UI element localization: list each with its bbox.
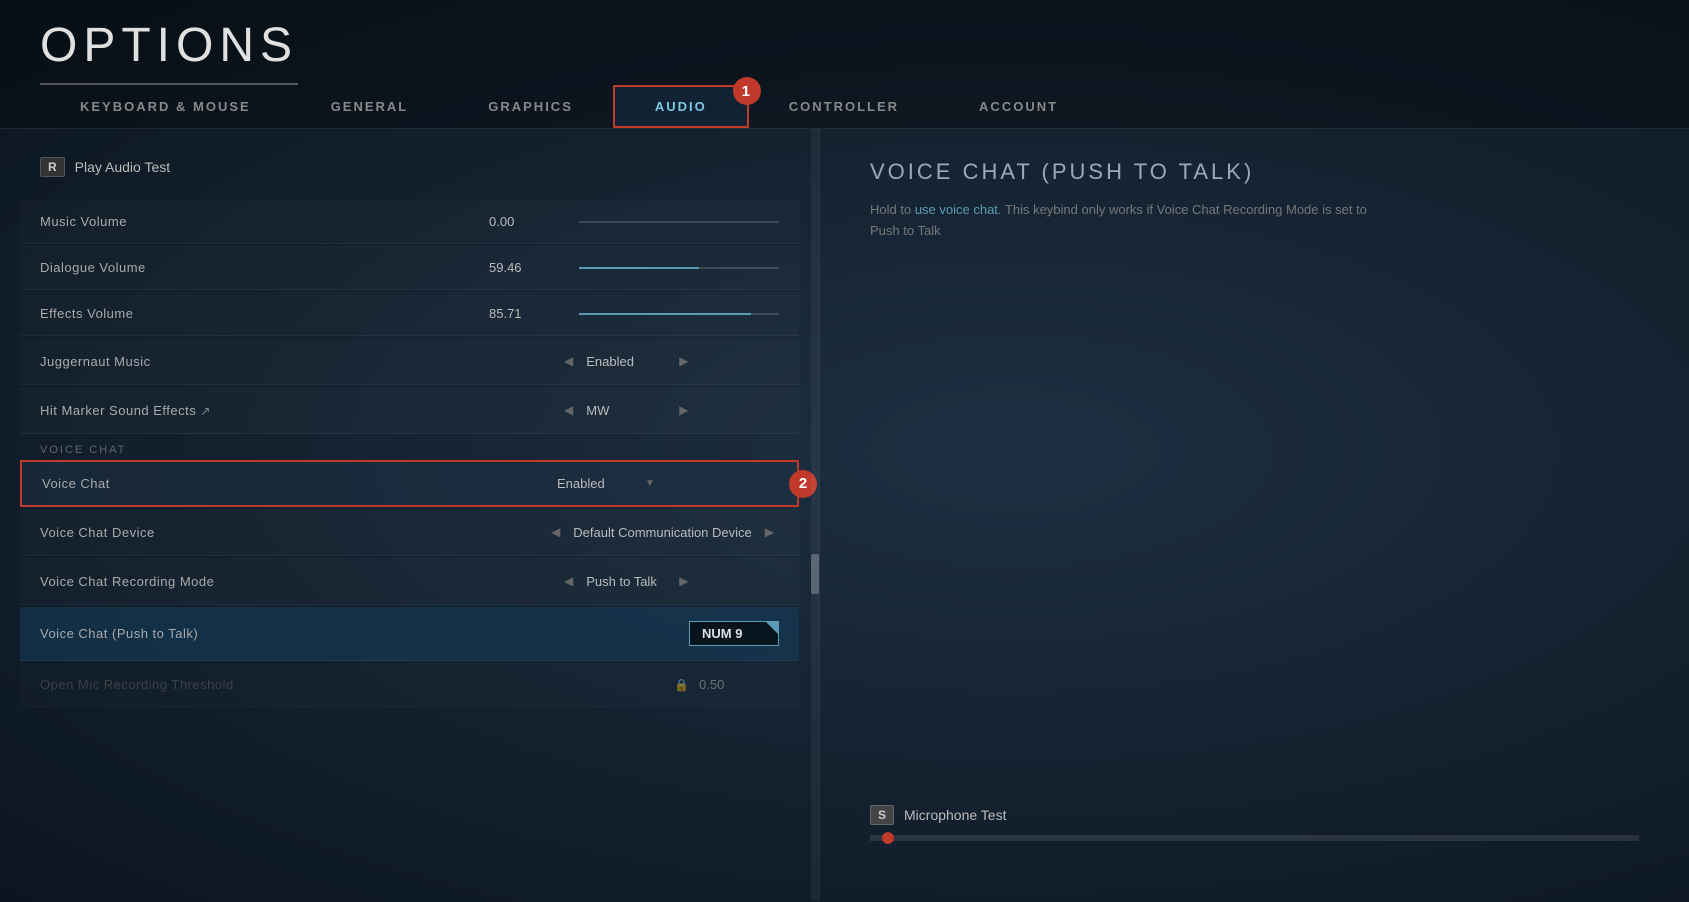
juggernaut-music-text: Enabled — [586, 354, 666, 369]
voice-chat-device-value: ◀ Default Communication Device ▶ — [546, 523, 779, 541]
voice-chat-recording-value: ◀ Push to Talk ▶ — [559, 572, 779, 590]
tab-keyboard-mouse[interactable]: KEYBOARD & MOUSE — [40, 85, 291, 128]
dialogue-volume-slider[interactable] — [579, 267, 779, 269]
voice-chat-device-label: Voice Chat Device — [40, 525, 546, 540]
hit-marker-label: Hit Marker Sound Effects ↗ — [40, 403, 559, 418]
voice-chat-dropdown-arrow[interactable]: ▼ — [645, 478, 655, 489]
page-title: OPTIONS — [40, 18, 298, 85]
recording-prev-btn[interactable]: ◀ — [559, 572, 578, 590]
tab-graphics[interactable]: GRAPHICS — [448, 85, 613, 128]
effects-volume-row: Effects Volume 85.71 — [20, 292, 799, 336]
music-volume-text: 0.00 — [489, 214, 569, 229]
scrollbar-thumb[interactable] — [811, 554, 819, 594]
effects-volume-value: 85.71 — [489, 306, 779, 321]
open-mic-label: Open Mic Recording Threshold — [40, 677, 674, 692]
mic-test-header: S Microphone Test — [870, 805, 1639, 825]
play-audio-test-row[interactable]: R Play Audio Test — [0, 149, 819, 185]
open-mic-text: 0.50 — [699, 677, 779, 692]
lock-icon: 🔒 — [674, 678, 689, 692]
dialogue-volume-text: 59.46 — [489, 260, 569, 275]
open-mic-value: 🔒 0.50 — [674, 677, 779, 692]
device-prev-btn[interactable]: ◀ — [546, 523, 565, 541]
dialogue-volume-label: Dialogue Volume — [40, 260, 489, 275]
scrollbar[interactable] — [811, 129, 819, 901]
juggernaut-music-row: Juggernaut Music ◀ Enabled ▶ — [20, 338, 799, 385]
voice-chat-settings-list: Voice Chat Enabled ▼ 2 Voice Chat Device… — [0, 460, 819, 707]
push-to-talk-label: Voice Chat (Push to Talk) — [40, 626, 689, 641]
header: OPTIONS KEYBOARD & MOUSE GENERAL GRAPHIC… — [0, 0, 1689, 129]
voice-chat-device-text: Default Communication Device — [573, 525, 751, 540]
tab-account[interactable]: ACCOUNT — [939, 85, 1098, 128]
push-to-talk-row: Voice Chat (Push to Talk) NUM 9 — [20, 607, 799, 661]
tab-controller[interactable]: CONTROLLER — [749, 85, 939, 128]
help-link[interactable]: use voice chat — [915, 202, 998, 217]
right-panel: VOICE CHAT (PUSH TO TALK) Hold to use vo… — [820, 129, 1689, 901]
hit-marker-text: MW — [586, 403, 666, 418]
tab-audio[interactable]: AUDIO 1 — [613, 85, 749, 128]
mic-level-dot — [882, 832, 894, 844]
open-mic-row: Open Mic Recording Threshold 🔒 0.50 — [20, 663, 799, 707]
main-content: R Play Audio Test Music Volume 0.00 — [0, 129, 1689, 901]
play-audio-key-badge: R — [40, 157, 65, 177]
tab-general[interactable]: GENERAL — [291, 85, 449, 128]
mic-test-section: S Microphone Test — [870, 805, 1639, 841]
keybind-corner-decoration — [766, 622, 778, 634]
voice-chat-row: Voice Chat Enabled ▼ 2 — [20, 460, 799, 507]
music-volume-label: Music Volume — [40, 214, 489, 229]
dialogue-volume-row: Dialogue Volume 59.46 — [20, 246, 799, 290]
left-panel: R Play Audio Test Music Volume 0.00 — [0, 129, 820, 901]
juggernaut-next-btn[interactable]: ▶ — [674, 352, 693, 370]
voice-chat-text: Enabled — [557, 476, 637, 491]
voice-chat-recording-text: Push to Talk — [586, 574, 666, 589]
hit-marker-prev-btn[interactable]: ◀ — [559, 401, 578, 419]
help-text-before: Hold to — [870, 202, 915, 217]
recording-next-btn[interactable]: ▶ — [674, 572, 693, 590]
juggernaut-music-value: ◀ Enabled ▶ — [559, 352, 779, 370]
dialogue-volume-value: 59.46 — [489, 260, 779, 275]
push-to-talk-key-text: NUM 9 — [702, 626, 742, 641]
juggernaut-prev-btn[interactable]: ◀ — [559, 352, 578, 370]
effects-volume-label: Effects Volume — [40, 306, 489, 321]
effects-volume-text: 85.71 — [489, 306, 569, 321]
voice-chat-label: Voice Chat — [42, 476, 557, 491]
push-to-talk-value: NUM 9 — [689, 621, 779, 646]
help-description: Hold to use voice chat. This keybind onl… — [870, 200, 1370, 242]
mic-test-label: Microphone Test — [904, 807, 1006, 823]
music-volume-value: 0.00 — [489, 214, 779, 229]
hit-marker-row: Hit Marker Sound Effects ↗ ◀ MW ▶ — [20, 387, 799, 434]
hit-marker-value: ◀ MW ▶ — [559, 401, 779, 419]
push-to-talk-keybind[interactable]: NUM 9 — [689, 621, 779, 646]
effects-volume-slider[interactable] — [579, 313, 779, 315]
voice-chat-device-row: Voice Chat Device ◀ Default Communicatio… — [20, 509, 799, 556]
settings-list: Music Volume 0.00 Dialogue Volume 59.46 — [0, 200, 819, 434]
juggernaut-music-label: Juggernaut Music — [40, 354, 559, 369]
external-link-icon: ↗ — [200, 404, 211, 418]
mic-bar-track — [870, 835, 1639, 841]
voice-chat-value: Enabled ▼ — [557, 476, 777, 491]
hit-marker-next-btn[interactable]: ▶ — [674, 401, 693, 419]
mic-key-badge: S — [870, 805, 894, 825]
play-audio-test-label: Play Audio Test — [75, 159, 170, 175]
voice-chat-section-label: Voice Chat — [0, 436, 819, 460]
device-next-btn[interactable]: ▶ — [760, 523, 779, 541]
music-volume-slider[interactable] — [579, 221, 779, 223]
voice-chat-recording-row: Voice Chat Recording Mode ◀ Push to Talk… — [20, 558, 799, 605]
voice-chat-recording-label: Voice Chat Recording Mode — [40, 574, 559, 589]
music-volume-row: Music Volume 0.00 — [20, 200, 799, 244]
help-title: VOICE CHAT (PUSH TO TALK) — [870, 159, 1639, 185]
nav-tabs: KEYBOARD & MOUSE GENERAL GRAPHICS AUDIO … — [40, 85, 1649, 128]
